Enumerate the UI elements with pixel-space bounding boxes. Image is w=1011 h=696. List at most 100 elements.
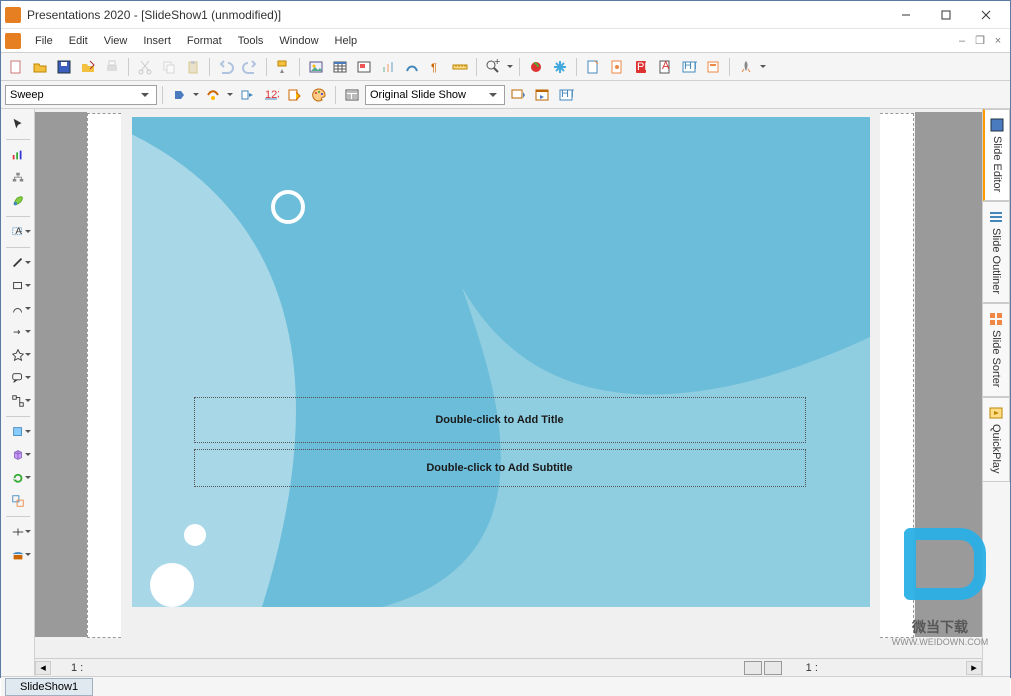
minimize-button[interactable] <box>886 5 926 25</box>
rotate-tool[interactable] <box>4 467 32 489</box>
mdi-minimize-button[interactable]: – <box>954 34 970 48</box>
mdi-close-button[interactable]: × <box>990 34 1006 48</box>
ppt-button[interactable] <box>702 56 724 78</box>
color-tool[interactable] <box>4 421 32 443</box>
apply-dropdown[interactable] <box>192 84 200 106</box>
saveas-button[interactable] <box>77 56 99 78</box>
open-button[interactable] <box>29 56 51 78</box>
menu-window[interactable]: Window <box>271 32 326 50</box>
tab-slide-outliner[interactable]: Slide Outliner <box>983 201 1010 303</box>
3d-tool[interactable] <box>4 444 32 466</box>
paint-tool[interactable] <box>4 190 32 212</box>
doc-icon <box>5 33 21 49</box>
menu-format[interactable]: Format <box>179 32 230 50</box>
transition-options-button[interactable] <box>202 84 224 106</box>
callout-tool[interactable] <box>4 367 32 389</box>
scroll-right-button[interactable]: ▸ <box>966 661 982 675</box>
layout-button[interactable] <box>341 84 363 106</box>
symbol-button[interactable]: ¶ <box>425 56 447 78</box>
separator-icon <box>6 247 30 248</box>
transition-combo[interactable]: Sweep <box>5 85 157 105</box>
connector-tool[interactable] <box>4 390 32 412</box>
chart-button[interactable] <box>377 56 399 78</box>
object-button[interactable] <box>353 56 375 78</box>
align-v-tool[interactable] <box>4 544 32 566</box>
undo-button[interactable] <box>215 56 237 78</box>
scroll-left-button[interactable]: ◂ <box>35 661 51 675</box>
palette-button[interactable] <box>308 84 330 106</box>
orgchart-tool[interactable] <box>4 167 32 189</box>
html-export-button[interactable]: HTML <box>555 84 577 106</box>
textart-button[interactable] <box>401 56 423 78</box>
align-h-tool[interactable] <box>4 521 32 543</box>
close-button[interactable] <box>966 5 1006 25</box>
separator-icon <box>476 58 477 76</box>
menu-tools[interactable]: Tools <box>230 32 272 50</box>
zoom-dropdown[interactable] <box>506 56 514 78</box>
maximize-button[interactable] <box>926 5 966 25</box>
redo-button[interactable] <box>239 56 261 78</box>
zoom-button[interactable]: + <box>482 56 504 78</box>
numbers-button[interactable]: 123 <box>260 84 282 106</box>
tool-b-button[interactable] <box>606 56 628 78</box>
dropdown-icon <box>486 93 500 97</box>
save-button[interactable] <box>53 56 75 78</box>
canvas-viewport[interactable]: Double-click to Add Title Double-click t… <box>35 109 982 658</box>
menu-view[interactable]: View <box>96 32 136 50</box>
menu-insert[interactable]: Insert <box>135 32 179 50</box>
subtitle-placeholder[interactable]: Double-click to Add Subtitle <box>194 449 806 487</box>
document-tab[interactable]: SlideShow1 <box>5 678 93 696</box>
separator-icon <box>6 416 30 417</box>
animation-button[interactable] <box>236 84 258 106</box>
curve-tool[interactable] <box>4 298 32 320</box>
arrow-tool[interactable] <box>4 321 32 343</box>
cut-button[interactable] <box>134 56 156 78</box>
paste-button[interactable] <box>182 56 204 78</box>
print-button[interactable] <box>101 56 123 78</box>
slideshow-combo[interactable]: Original Slide Show <box>365 85 505 105</box>
apply-transition-button[interactable] <box>168 84 190 106</box>
pdf-button[interactable]: PDF <box>630 56 652 78</box>
edit-anim-button[interactable] <box>284 84 306 106</box>
table-button[interactable] <box>329 56 351 78</box>
star-button[interactable] <box>549 56 571 78</box>
red-button[interactable] <box>525 56 547 78</box>
window-title: Presentations 2020 - [SlideShow1 (unmodi… <box>27 8 886 22</box>
tab-slide-editor[interactable]: Slide Editor <box>983 109 1010 201</box>
tab-slide-sorter[interactable]: Slide Sorter <box>983 303 1010 396</box>
title-placeholder[interactable]: Double-click to Add Title <box>194 397 806 443</box>
view-button-1[interactable] <box>744 661 762 675</box>
star-tool[interactable] <box>4 344 32 366</box>
line-tool[interactable] <box>4 252 32 274</box>
new-button[interactable] <box>5 56 27 78</box>
tool-a-button[interactable] <box>582 56 604 78</box>
chart-tool[interactable] <box>4 144 32 166</box>
right-tab-panel: Slide Editor Slide Outliner Slide Sorter… <box>982 109 1010 676</box>
copy-button[interactable] <box>158 56 180 78</box>
export-button[interactable]: A <box>654 56 676 78</box>
slide-margin-left <box>87 113 121 638</box>
pointer-tool[interactable] <box>4 113 32 135</box>
rocket-button[interactable] <box>735 56 757 78</box>
format-paint-button[interactable] <box>272 56 294 78</box>
sorter-icon <box>989 312 1003 326</box>
play-anim-button[interactable] <box>507 84 529 106</box>
insert-image-button[interactable] <box>305 56 327 78</box>
ruler-button[interactable] <box>449 56 471 78</box>
view-button-2[interactable] <box>764 661 782 675</box>
html-button[interactable]: HTML <box>678 56 700 78</box>
separator-icon <box>6 139 30 140</box>
rocket-dropdown[interactable] <box>759 56 767 78</box>
tab-quickplay[interactable]: QuickPlay <box>983 397 1010 483</box>
mdi-restore-button[interactable]: ❐ <box>972 34 988 48</box>
menu-edit[interactable]: Edit <box>61 32 96 50</box>
slide[interactable]: Double-click to Add Title Double-click t… <box>132 117 870 607</box>
slide-play-button[interactable] <box>531 84 553 106</box>
canvas-area: Double-click to Add Title Double-click t… <box>35 109 982 676</box>
rect-tool[interactable] <box>4 275 32 297</box>
text-tool[interactable]: A <box>4 221 32 243</box>
transition-dropdown[interactable] <box>226 84 234 106</box>
menu-file[interactable]: File <box>27 32 61 50</box>
group-tool[interactable] <box>4 490 32 512</box>
menu-help[interactable]: Help <box>327 32 366 50</box>
